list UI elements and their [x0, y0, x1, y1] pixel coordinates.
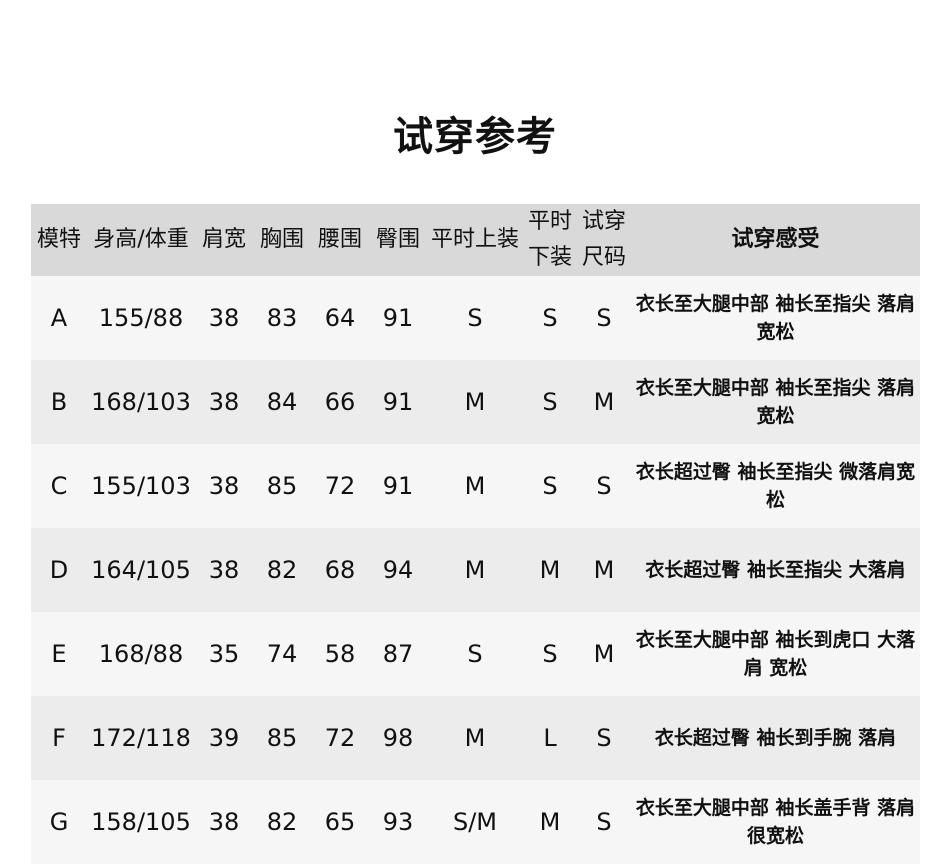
cell-usual-bottom: M — [523, 528, 577, 612]
cell-chest: 83 — [253, 276, 311, 360]
header-usual-bottom-line1: 平时 — [527, 209, 572, 234]
page-title: 试穿参考 — [393, 114, 557, 160]
cell-height-weight: 164/105 — [87, 528, 195, 612]
header-height-weight: 身高/体重 — [87, 204, 195, 276]
table-row: B 168/103 38 84 66 91 M S M 衣长至大腿中部 袖长至指… — [31, 360, 920, 444]
cell-fit-feedback: 衣长超过臀 袖长至指尖 大落肩 — [631, 528, 920, 612]
cell-usual-top: M — [427, 444, 523, 528]
cell-model: F — [31, 696, 87, 780]
cell-waist: 72 — [311, 696, 369, 780]
header-hip: 臀围 — [369, 204, 427, 276]
cell-usual-bottom: S — [523, 276, 577, 360]
cell-fit-feedback: 衣长超过臀 袖长至指尖 微落肩宽松 — [631, 444, 920, 528]
fit-reference-table: 模特 身高/体重 肩宽 胸围 腰围 臀围 平时上装 平时 下装 试穿 尺码 试穿… — [31, 204, 920, 864]
cell-shoulder: 38 — [195, 444, 253, 528]
cell-chest: 74 — [253, 612, 311, 696]
cell-usual-top: M — [427, 360, 523, 444]
cell-height-weight: 155/88 — [87, 276, 195, 360]
cell-model: E — [31, 612, 87, 696]
cell-height-weight: 158/105 — [87, 780, 195, 864]
cell-trial-size: S — [577, 780, 631, 864]
cell-height-weight: 155/103 — [87, 444, 195, 528]
cell-shoulder: 38 — [195, 360, 253, 444]
cell-height-weight: 172/118 — [87, 696, 195, 780]
cell-waist: 58 — [311, 612, 369, 696]
cell-chest: 82 — [253, 780, 311, 864]
cell-hip: 91 — [369, 276, 427, 360]
cell-model: C — [31, 444, 87, 528]
cell-fit-feedback: 衣长至大腿中部 袖长到虎口 大落肩 宽松 — [631, 612, 920, 696]
cell-fit-feedback: 衣长至大腿中部 袖长至指尖 落肩宽松 — [631, 276, 920, 360]
cell-waist: 68 — [311, 528, 369, 612]
cell-fit-feedback: 衣长超过臀 袖长到手腕 落肩 — [631, 696, 920, 780]
header-usual-top: 平时上装 — [427, 204, 523, 276]
header-trial-size-line1: 试穿 — [581, 209, 626, 234]
cell-waist: 65 — [311, 780, 369, 864]
table-row: G 158/105 38 82 65 93 S/M M S 衣长至大腿中部 袖长… — [31, 780, 920, 864]
cell-model: A — [31, 276, 87, 360]
cell-hip: 93 — [369, 780, 427, 864]
cell-shoulder: 38 — [195, 528, 253, 612]
cell-trial-size: S — [577, 696, 631, 780]
cell-usual-bottom: S — [523, 612, 577, 696]
cell-chest: 85 — [253, 444, 311, 528]
cell-usual-bottom: S — [523, 360, 577, 444]
header-waist: 腰围 — [311, 204, 369, 276]
table-row: F 172/118 39 85 72 98 M L S 衣长超过臀 袖长到手腕 … — [31, 696, 920, 780]
cell-trial-size: M — [577, 528, 631, 612]
cell-hip: 87 — [369, 612, 427, 696]
table-row: C 155/103 38 85 72 91 M S S 衣长超过臀 袖长至指尖 … — [31, 444, 920, 528]
cell-chest: 85 — [253, 696, 311, 780]
cell-chest: 84 — [253, 360, 311, 444]
cell-usual-top: S — [427, 612, 523, 696]
cell-hip: 98 — [369, 696, 427, 780]
cell-shoulder: 35 — [195, 612, 253, 696]
header-chest: 胸围 — [253, 204, 311, 276]
header-model: 模特 — [31, 204, 87, 276]
cell-shoulder: 38 — [195, 780, 253, 864]
cell-usual-top: M — [427, 696, 523, 780]
cell-usual-bottom: S — [523, 444, 577, 528]
cell-shoulder: 38 — [195, 276, 253, 360]
cell-fit-feedback: 衣长至大腿中部 袖长盖手背 落肩很宽松 — [631, 780, 920, 864]
header-usual-bottom: 平时 下装 — [523, 204, 577, 276]
cell-hip: 94 — [369, 528, 427, 612]
cell-usual-top: S/M — [427, 780, 523, 864]
cell-trial-size: M — [577, 360, 631, 444]
table-row: E 168/88 35 74 58 87 S S M 衣长至大腿中部 袖长到虎口… — [31, 612, 920, 696]
cell-usual-top: S — [427, 276, 523, 360]
cell-waist: 66 — [311, 360, 369, 444]
cell-trial-size: M — [577, 612, 631, 696]
table-row: D 164/105 38 82 68 94 M M M 衣长超过臀 袖长至指尖 … — [31, 528, 920, 612]
cell-model: G — [31, 780, 87, 864]
table-header-row: 模特 身高/体重 肩宽 胸围 腰围 臀围 平时上装 平时 下装 试穿 尺码 试穿… — [31, 204, 920, 276]
table-row: A 155/88 38 83 64 91 S S S 衣长至大腿中部 袖长至指尖… — [31, 276, 920, 360]
cell-height-weight: 168/88 — [87, 612, 195, 696]
cell-usual-bottom: L — [523, 696, 577, 780]
header-shoulder: 肩宽 — [195, 204, 253, 276]
cell-usual-top: M — [427, 528, 523, 612]
header-trial-size-line2: 尺码 — [581, 245, 626, 270]
cell-trial-size: S — [577, 444, 631, 528]
header-fit-feedback: 试穿感受 — [631, 204, 920, 276]
cell-usual-bottom: M — [523, 780, 577, 864]
cell-trial-size: S — [577, 276, 631, 360]
cell-waist: 72 — [311, 444, 369, 528]
cell-height-weight: 168/103 — [87, 360, 195, 444]
cell-model: D — [31, 528, 87, 612]
cell-waist: 64 — [311, 276, 369, 360]
cell-hip: 91 — [369, 444, 427, 528]
cell-hip: 91 — [369, 360, 427, 444]
header-trial-size: 试穿 尺码 — [577, 204, 631, 276]
cell-shoulder: 39 — [195, 696, 253, 780]
cell-model: B — [31, 360, 87, 444]
cell-fit-feedback: 衣长至大腿中部 袖长至指尖 落肩宽松 — [631, 360, 920, 444]
header-usual-bottom-line2: 下装 — [527, 245, 572, 270]
cell-chest: 82 — [253, 528, 311, 612]
